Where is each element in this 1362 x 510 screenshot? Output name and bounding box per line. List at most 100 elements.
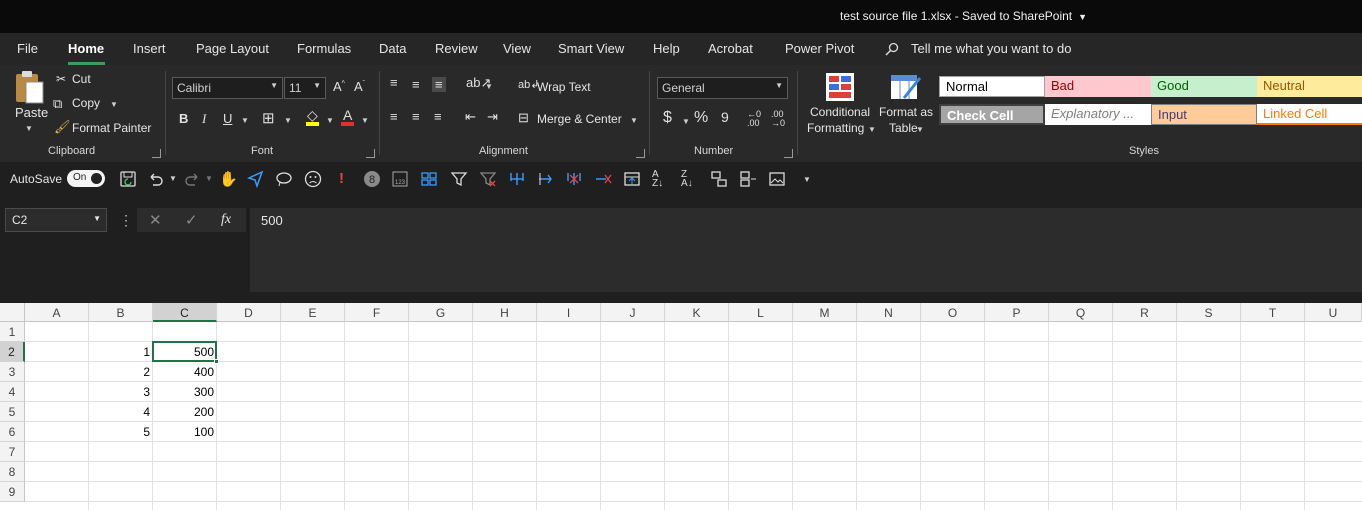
split-columns-icon[interactable] <box>508 170 526 188</box>
increase-indent-icon[interactable]: ⇥ <box>487 109 498 125</box>
number-8-icon[interactable]: 8 <box>363 170 381 188</box>
decrease-indent-icon[interactable]: ⇤ <box>465 109 476 125</box>
row-header[interactable]: 5 <box>0 402 25 422</box>
insert-function-button[interactable]: fx <box>221 212 231 228</box>
tab-file[interactable]: File <box>17 41 38 56</box>
currency-dropdown-icon[interactable]: ▼ <box>682 117 690 126</box>
align-middle-icon[interactable]: ≡ <box>412 77 420 92</box>
number-format-select[interactable]: General ▼ <box>657 77 788 99</box>
filter-icon[interactable] <box>450 170 468 188</box>
bold-button[interactable]: B <box>179 111 188 126</box>
tab-view[interactable]: View <box>503 41 531 56</box>
column-header[interactable]: C <box>153 303 217 322</box>
column-header[interactable]: M <box>793 303 857 322</box>
ungroup-icon[interactable] <box>739 170 757 188</box>
undo-icon[interactable] <box>147 170 165 188</box>
font-size-select[interactable]: 11 ▼ <box>284 77 326 99</box>
wrap-text-button[interactable]: Wrap Text <box>537 80 591 94</box>
copy-button[interactable]: Copy <box>72 96 100 110</box>
cut-button[interactable]: Cut <box>72 72 91 86</box>
column-header[interactable]: B <box>89 303 153 322</box>
style-neutral[interactable]: Neutral <box>1257 76 1362 97</box>
font-color-icon[interactable]: A <box>341 108 355 126</box>
alignment-launcher-icon[interactable] <box>636 149 645 158</box>
cell-C5[interactable]: 200 <box>153 402 217 422</box>
tab-acrobat[interactable]: Acrobat <box>708 41 753 56</box>
conditional-dropdown-icon[interactable]: ▼ <box>868 125 876 134</box>
row-header[interactable]: 8 <box>0 462 25 482</box>
format-as-table-button[interactable]: Format as <box>879 105 933 119</box>
align-bottom-icon[interactable]: ≡ <box>432 77 446 92</box>
name-box[interactable]: C2 ▼ <box>5 208 107 232</box>
copy-dropdown-icon[interactable]: ▼ <box>110 100 118 109</box>
style-bad[interactable]: Bad <box>1045 76 1151 97</box>
exclamation-icon[interactable]: ! <box>339 170 357 188</box>
align-left-icon[interactable]: ≡ <box>390 109 398 124</box>
delete-row-icon[interactable] <box>594 170 612 188</box>
column-header[interactable]: G <box>409 303 473 322</box>
insert-table-icon[interactable] <box>623 170 641 188</box>
cell-B5[interactable]: 4 <box>89 402 153 422</box>
tab-smart-view[interactable]: Smart View <box>558 41 624 56</box>
enter-icon[interactable]: ✓ <box>185 211 198 229</box>
row-header[interactable]: 3 <box>0 362 25 382</box>
row-header[interactable]: 7 <box>0 442 25 462</box>
cell-B3[interactable]: 2 <box>89 362 153 382</box>
grid-view-icon[interactable] <box>420 170 438 188</box>
pointer-icon[interactable] <box>247 170 265 188</box>
tab-power-pivot[interactable]: Power Pivot <box>785 41 854 56</box>
row-header[interactable]: 6 <box>0 422 25 442</box>
column-header[interactable]: S <box>1177 303 1241 322</box>
tab-page-layout[interactable]: Page Layout <box>196 41 269 56</box>
column-header[interactable]: Q <box>1049 303 1113 322</box>
cell-B4[interactable]: 3 <box>89 382 153 402</box>
lasso-icon[interactable] <box>275 170 293 188</box>
font-launcher-icon[interactable] <box>366 149 375 158</box>
column-header[interactable]: R <box>1113 303 1177 322</box>
italic-button[interactable]: I <box>202 111 206 127</box>
tab-insert[interactable]: Insert <box>133 41 166 56</box>
save-icon[interactable] <box>119 170 137 188</box>
decrease-decimal-icon[interactable]: .00 →0 <box>771 110 785 128</box>
orientation-dropdown-icon[interactable]: ▼ <box>485 82 493 91</box>
cell-C4[interactable]: 300 <box>153 382 217 402</box>
column-header[interactable]: F <box>345 303 409 322</box>
column-header[interactable]: O <box>921 303 985 322</box>
tab-help[interactable]: Help <box>653 41 680 56</box>
column-header[interactable]: J <box>601 303 665 322</box>
delete-columns-icon[interactable] <box>565 170 583 188</box>
select-all-corner[interactable] <box>0 303 25 322</box>
column-header[interactable]: E <box>281 303 345 322</box>
column-header[interactable]: I <box>537 303 601 322</box>
align-top-icon[interactable]: ≡ <box>390 75 398 90</box>
row-header[interactable]: 2 <box>0 342 25 362</box>
sort-descending-icon[interactable]: Z A↓ <box>681 170 699 189</box>
tab-home[interactable]: Home <box>68 41 104 56</box>
column-header[interactable]: H <box>473 303 537 322</box>
merge-dropdown-icon[interactable]: ▼ <box>630 116 638 125</box>
frown-face-icon[interactable] <box>304 170 322 188</box>
cell-C3[interactable]: 400 <box>153 362 217 382</box>
column-header[interactable]: U <box>1305 303 1362 322</box>
increase-decimal-icon[interactable]: ←0.00 <box>747 110 761 128</box>
tab-review[interactable]: Review <box>435 41 478 56</box>
underline-dropdown-icon[interactable]: ▼ <box>241 116 249 125</box>
style-normal[interactable]: Normal <box>939 76 1045 97</box>
autosave-toggle[interactable]: On <box>67 170 105 187</box>
font-color-dropdown-icon[interactable]: ▼ <box>361 116 369 125</box>
insert-column-icon[interactable] <box>536 170 554 188</box>
underline-button[interactable]: U <box>223 111 232 126</box>
touch-mode-icon[interactable]: ✋ <box>219 170 238 188</box>
style-explanatory[interactable]: Explanatory ... <box>1045 104 1151 125</box>
column-header[interactable]: A <box>25 303 89 322</box>
picture-icon[interactable] <box>768 170 786 188</box>
more-options-icon[interactable]: ⋮ <box>119 212 133 229</box>
style-input[interactable]: Input <box>1151 104 1257 125</box>
clear-filter-icon[interactable] <box>479 170 497 188</box>
column-header[interactable]: K <box>665 303 729 322</box>
customize-qat-icon[interactable]: ▼ <box>803 175 821 193</box>
fill-color-dropdown-icon[interactable]: ▼ <box>326 116 334 125</box>
column-header[interactable]: P <box>985 303 1049 322</box>
tab-formulas[interactable]: Formulas <box>297 41 351 56</box>
column-header[interactable]: L <box>729 303 793 322</box>
